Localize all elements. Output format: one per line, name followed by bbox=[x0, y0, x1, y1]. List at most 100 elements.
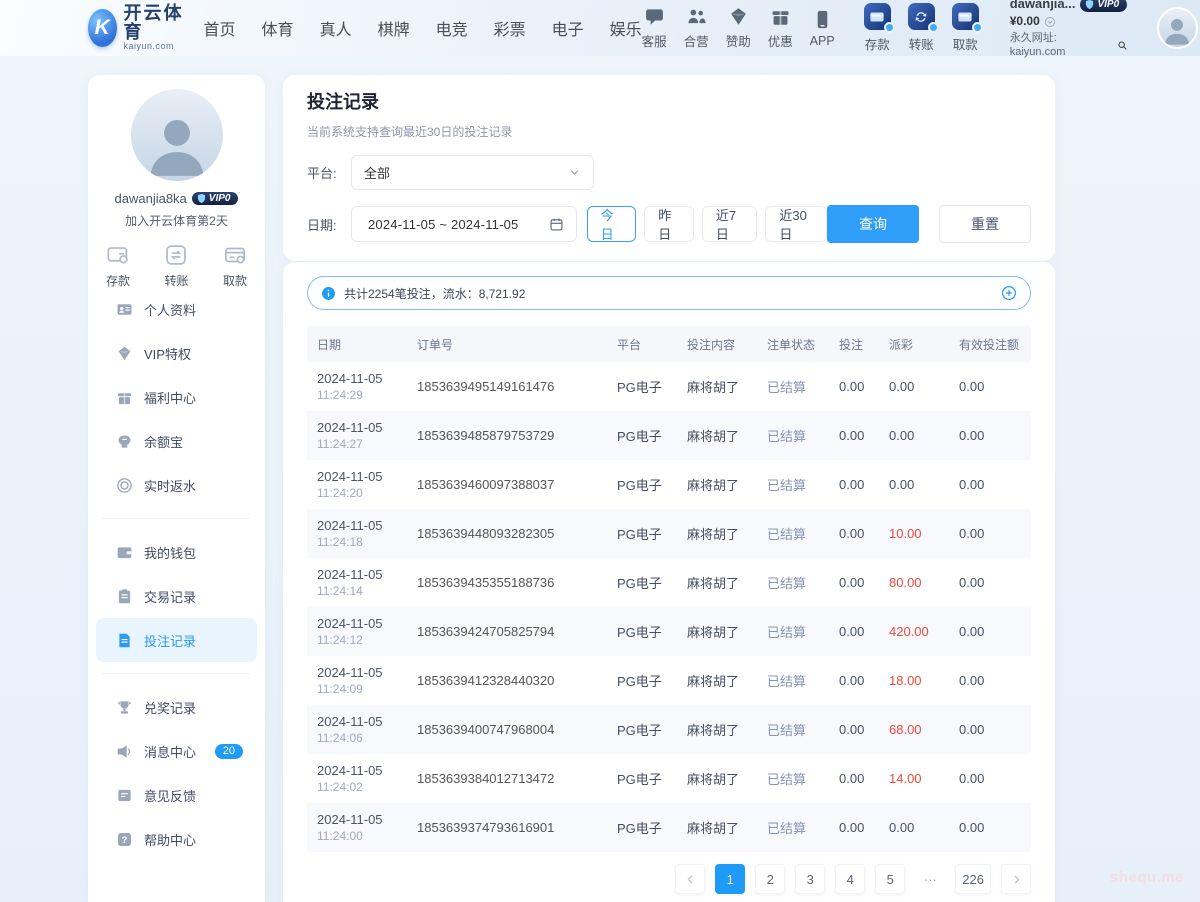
cell-payout: 14.00 bbox=[889, 771, 959, 786]
quick-icon-group: 客服合营赞助优惠 APP bbox=[642, 6, 835, 50]
nav-quick-chat[interactable]: 客服 bbox=[642, 6, 667, 50]
sidebar-action-label: 转账 bbox=[164, 272, 188, 289]
cell-status: 已结算 bbox=[767, 426, 839, 445]
nav-quick-gem[interactable]: 赞助 bbox=[726, 6, 751, 50]
cell-payout: 0.00 bbox=[889, 477, 959, 492]
cell-payout: 80.00 bbox=[889, 575, 959, 590]
sidebar-item-兑奖记录[interactable]: 兑奖记录 bbox=[96, 685, 257, 729]
nav-wallet-存款[interactable]: 存款 bbox=[864, 3, 891, 53]
permanent-url: 永久网址: kaiyun.com bbox=[1010, 31, 1114, 60]
sidebar-action-转账[interactable]: 转账 bbox=[164, 243, 188, 287]
cell-date-day: 2024-11-05 bbox=[317, 664, 417, 682]
cell-order-no: 1853639448093282305 bbox=[417, 526, 617, 541]
pagination-page-2[interactable]: 2 bbox=[755, 864, 785, 894]
pagination-next-button[interactable] bbox=[1001, 864, 1031, 894]
calendar-icon bbox=[549, 217, 564, 232]
sidebar-item-label: VIP特权 bbox=[144, 344, 191, 363]
cell-bet-content: 麻将胡了 bbox=[687, 377, 767, 396]
brand-logo[interactable]: K 开云体育 kaiyun.com bbox=[88, 4, 184, 51]
nav-quick-people[interactable]: 合营 bbox=[684, 6, 709, 50]
plus-circle-icon[interactable] bbox=[1001, 285, 1017, 301]
summary-text: 共计2254笔投注，流水：8,721.92 bbox=[344, 285, 525, 302]
platform-select[interactable]: 全部 bbox=[351, 155, 594, 190]
sidebar-divider bbox=[102, 673, 251, 674]
transfer-o-icon bbox=[164, 243, 188, 267]
search-button[interactable]: 查询 bbox=[827, 205, 919, 243]
quick-date-今日[interactable]: 今日 bbox=[587, 206, 637, 242]
nav-item[interactable]: 娱乐 bbox=[610, 16, 642, 40]
sidebar-item-label: 余额宝 bbox=[144, 432, 183, 451]
user-avatar[interactable] bbox=[1157, 7, 1198, 49]
brand-domain: kaiyun.com bbox=[124, 42, 184, 51]
cell-bet-content: 麻将胡了 bbox=[687, 720, 767, 739]
balance-row: ¥0.00 bbox=[1010, 14, 1128, 30]
sidebar-item-投注记录[interactable]: 投注记录 bbox=[96, 618, 257, 662]
sidebar-item-我的钱包[interactable]: 我的钱包 bbox=[96, 530, 257, 574]
chevron-left-icon bbox=[684, 873, 697, 886]
vip-badge: VIP0 bbox=[1080, 0, 1127, 12]
date-range-input[interactable]: 2024-11-05 ~ 2024-11-05 bbox=[351, 206, 577, 242]
refresh-circle-icon[interactable] bbox=[1044, 16, 1056, 28]
table-header-cell: 订单号 bbox=[417, 336, 617, 353]
cell-bet-amount: 0.00 bbox=[839, 379, 889, 394]
pagination-page-1[interactable]: 1 bbox=[715, 864, 745, 894]
nav-quick-phone[interactable]: APP bbox=[810, 9, 835, 48]
sidebar-action-存款[interactable]: 存款 bbox=[106, 243, 130, 287]
pagination-page-226[interactable]: 226 bbox=[955, 864, 991, 894]
nav-item[interactable]: 棋牌 bbox=[378, 16, 410, 40]
cell-valid-amount: 0.00 bbox=[959, 722, 1021, 737]
nav-quick-gift[interactable]: 优惠 bbox=[768, 6, 793, 50]
sidebar-item-个人资料[interactable]: 个人资料 bbox=[96, 287, 257, 331]
sidebar-item-交易记录[interactable]: 交易记录 bbox=[96, 574, 257, 618]
sidebar-item-label: 实时返水 bbox=[144, 476, 196, 495]
sidebar-item-实时返水[interactable]: 实时返水 bbox=[96, 463, 257, 507]
sidebar-action-取款[interactable]: 取款 bbox=[223, 243, 247, 287]
cell-status: 已结算 bbox=[767, 475, 839, 494]
sidebar-item-福利中心[interactable]: 福利中心 bbox=[96, 375, 257, 419]
wallet-icon-group: 存款转账取款 bbox=[864, 3, 979, 53]
table-row: 2024-11-0511:24:271853639485879753729PG电… bbox=[307, 411, 1031, 460]
nav-item[interactable]: 彩票 bbox=[494, 16, 526, 40]
quick-date-昨日[interactable]: 昨日 bbox=[644, 206, 694, 242]
nav-wallet-取款[interactable]: 取款 bbox=[952, 3, 979, 53]
sidebar: dawanjia8ka VIP0 加入开云体育第2天 存款转账取款 个人资料VI… bbox=[88, 75, 265, 902]
nav-wallet-label: 转账 bbox=[909, 34, 934, 53]
nav-item[interactable]: 电子 bbox=[552, 16, 584, 40]
nav-wallet-转账[interactable]: 转账 bbox=[908, 3, 935, 53]
vip-shield-icon bbox=[196, 193, 207, 204]
nav-item[interactable]: 真人 bbox=[320, 16, 352, 40]
nav-item[interactable]: 电竞 bbox=[436, 16, 468, 40]
quick-date-近7日[interactable]: 近7日 bbox=[702, 206, 758, 242]
sidebar-quick-actions: 存款转账 取款 bbox=[106, 243, 247, 287]
sidebar-item-余额宝[interactable]: 余额宝 bbox=[96, 419, 257, 463]
cell-order-no: 1853639424705825794 bbox=[417, 624, 617, 639]
cell-bet-amount: 0.00 bbox=[839, 820, 889, 835]
magnifier-icon[interactable] bbox=[1117, 40, 1128, 51]
page: K 开云体育 kaiyun.com 首页 体育 真人 棋牌 电竞 彩票 电子 娱乐 客服合营赞… bbox=[0, 0, 1200, 902]
sidebar-item-帮助中心[interactable]: ?帮助中心 bbox=[96, 817, 257, 861]
cell-platform: PG电子 bbox=[617, 671, 687, 690]
cell-date: 2024-11-0511:24:29 bbox=[317, 370, 417, 404]
nav-item[interactable]: 体育 bbox=[262, 16, 294, 40]
pagination-page-4[interactable]: 4 bbox=[835, 864, 865, 894]
watermark: shequ.me bbox=[1110, 869, 1184, 886]
quick-date-近30日[interactable]: 近30日 bbox=[765, 206, 827, 242]
cell-valid-amount: 0.00 bbox=[959, 526, 1021, 541]
sidebar-item-VIP特权[interactable]: VIP特权 bbox=[96, 331, 257, 375]
pagination-page-5[interactable]: 5 bbox=[875, 864, 905, 894]
reset-button[interactable]: 重置 bbox=[939, 205, 1031, 243]
gem-icon bbox=[728, 6, 749, 27]
pagination-prev-button[interactable] bbox=[675, 864, 705, 894]
transfer-glyph-icon bbox=[913, 9, 929, 25]
sidebar-item-意见反馈[interactable]: 意见反馈 bbox=[96, 773, 257, 817]
cell-bet-content: 麻将胡了 bbox=[687, 671, 767, 690]
profile-avatar[interactable] bbox=[131, 89, 223, 181]
brand-logo-icon: K bbox=[88, 9, 117, 47]
pagination-page-3[interactable]: 3 bbox=[795, 864, 825, 894]
cell-date: 2024-11-0511:24:09 bbox=[317, 664, 417, 698]
cell-status: 已结算 bbox=[767, 622, 839, 641]
sidebar-item-label: 帮助中心 bbox=[144, 830, 196, 849]
nav-item[interactable]: 首页 bbox=[204, 16, 236, 40]
sidebar-item-消息中心[interactable]: 消息中心20 bbox=[96, 729, 257, 773]
cell-order-no: 1853639495149161476 bbox=[417, 379, 617, 394]
